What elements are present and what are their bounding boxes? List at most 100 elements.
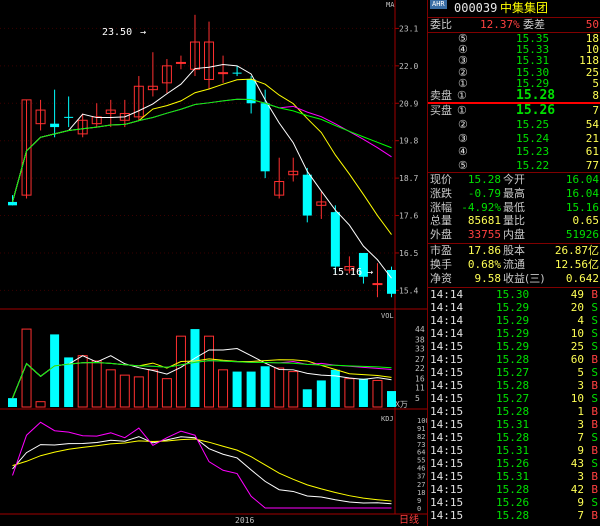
candle-body (175, 61, 186, 64)
candle-body (8, 201, 17, 206)
volume-tick-label: 11 (415, 384, 425, 393)
order-price: 15.30 (516, 65, 550, 79)
weicha-value: 50 (585, 18, 599, 31)
quote-label: 今开 (503, 173, 525, 186)
tick-volume: 42 (570, 483, 584, 496)
fund-label: 股本 (503, 244, 525, 257)
tick-price: 15.28 (496, 509, 530, 522)
quote-label: 最低 (503, 200, 525, 214)
tick-row[interactable]: 14:15 15.31 3 B (428, 418, 600, 431)
volume-bar (232, 371, 242, 407)
tick-price: 15.26 (496, 457, 530, 470)
tick-time: 14:15 (430, 457, 464, 470)
tick-row[interactable]: 14:15 15.26 9 S (428, 496, 600, 509)
tick-time: 14:15 (430, 405, 464, 418)
sell-order-row[interactable]: ② 15.30 25 (428, 67, 600, 78)
volume-bar (260, 366, 270, 407)
tick-side: S (591, 392, 598, 405)
tick-volume: 25 (570, 340, 584, 353)
tick-volume: 3 (577, 470, 584, 483)
tick-side: B (591, 353, 598, 366)
volume-bar (105, 369, 116, 408)
candle (105, 99, 116, 128)
ma10-line (12, 78, 392, 235)
volume-bar (302, 389, 312, 407)
tick-row[interactable]: 14:15 15.31 3 B (428, 470, 600, 483)
tick-row[interactable]: 14:14 15.30 49 B (428, 288, 600, 301)
tick-volume: 10 (570, 327, 584, 340)
sell-order-row[interactable]: ① 15.29 5 (428, 78, 600, 89)
candle (161, 59, 172, 94)
order-volume: 61 (585, 145, 599, 158)
period-tab[interactable]: 日线 (399, 513, 419, 526)
tick-time: 14:15 (430, 496, 464, 509)
order-volume: 118 (579, 54, 599, 68)
tick-row[interactable]: 14:15 15.28 42 B (428, 483, 600, 496)
sell-order-row[interactable]: ③ 15.31 118 (428, 55, 600, 66)
tick-row[interactable]: 14:15 15.28 7 B (428, 509, 600, 522)
sell-order-row[interactable]: ④ 15.33 10 (428, 44, 600, 55)
buy-order-row[interactable]: ② 15.25 54 (428, 118, 600, 132)
ahr-badge[interactable]: AHR (430, 0, 447, 9)
tick-row[interactable]: 14:14 15.29 20 S (428, 301, 600, 314)
ask1-level: ① (457, 89, 467, 102)
tick-row[interactable]: 14:15 15.27 10 S (428, 392, 600, 405)
price-tick-label: 15.4 (399, 286, 418, 295)
tick-row[interactable]: 14:15 15.27 5 S (428, 366, 600, 379)
quote-row: 总量 85681 量比 0.65 (428, 214, 600, 228)
kline-chart[interactable]: 23.1 22.0 20.9 19.8 18.7 17.6 16.5 15.4 23.50 → 15… (0, 0, 427, 526)
tick-row[interactable]: 14:15 15.28 60 B (428, 353, 600, 366)
tick-time: 14:15 (430, 353, 464, 366)
quote-label: 量比 (503, 214, 525, 228)
kline-chart-area[interactable]: 23.1 22.0 20.9 19.8 18.7 17.6 16.5 15.4 23.50 → 15… (0, 0, 427, 526)
fund-label: 流通 (503, 258, 525, 272)
candle (246, 76, 256, 114)
ask1-row[interactable]: 卖盘 ① 15.28 8 (428, 89, 600, 103)
order-price: 15.31 (516, 54, 550, 68)
fund-value: 12.56亿 (554, 258, 599, 272)
candle-body (260, 103, 270, 172)
buy-order-row[interactable]: ③ 15.24 21 (428, 132, 600, 146)
volume-bar (190, 329, 200, 407)
fundamental-row: 净资 9.58 收益(三) 0.642 (428, 272, 600, 286)
quote-label: 现价 (430, 173, 452, 186)
order-ratio-row: 委比 12.37% 委差 50 (428, 18, 600, 32)
kdj-k-line (12, 436, 392, 505)
tick-row[interactable]: 14:15 15.28 7 S (428, 431, 600, 444)
tick-row[interactable]: 14:15 15.28 3 B (428, 379, 600, 392)
sell-order-row[interactable]: ⑤ 15.35 18 (428, 33, 600, 44)
tick-row[interactable]: 14:14 15.29 4 S (428, 314, 600, 327)
buy-order-row[interactable]: ④ 15.23 61 (428, 145, 600, 159)
quote-value: 16.04 (565, 186, 599, 200)
tick-price: 15.29 (496, 327, 530, 340)
arrow-glyph: → (367, 267, 373, 278)
fund-value: 0.642 (565, 272, 599, 286)
tick-row[interactable]: 14:15 15.26 43 S (428, 457, 600, 470)
tick-volume: 43 (570, 457, 584, 470)
tick-row[interactable]: 14:15 15.29 25 S (428, 340, 600, 353)
buy-order-row[interactable]: ⑤ 15.22 77 (428, 159, 600, 173)
fund-value: 9.58 (474, 272, 502, 286)
tick-time: 14:15 (430, 392, 464, 405)
tick-price: 15.28 (496, 431, 530, 444)
tick-price: 15.27 (496, 366, 530, 379)
ma30-line (12, 98, 392, 203)
volume-bar (119, 374, 130, 408)
volume-bar (288, 371, 299, 408)
arrow-glyph: → (140, 27, 146, 38)
ask1-label: 卖盘 (430, 89, 452, 102)
tick-row[interactable]: 14:15 15.31 9 B (428, 444, 600, 457)
order-volume: 77 (585, 158, 599, 172)
bid1-row[interactable]: 买盘 ① 15.26 7 (428, 104, 600, 118)
tick-row[interactable]: 14:15 15.28 1 B (428, 405, 600, 418)
tick-side: S (591, 327, 598, 340)
candle (133, 76, 144, 121)
tick-side: B (591, 288, 598, 301)
ask1-volume: 8 (592, 89, 599, 102)
volume-bar (133, 376, 144, 408)
kdj-tick-label: 0 (417, 505, 421, 513)
tick-row[interactable]: 14:14 15.29 10 S (428, 327, 600, 340)
tick-side: S (591, 340, 598, 353)
candle-body (302, 174, 312, 216)
ma20-line (12, 98, 392, 203)
